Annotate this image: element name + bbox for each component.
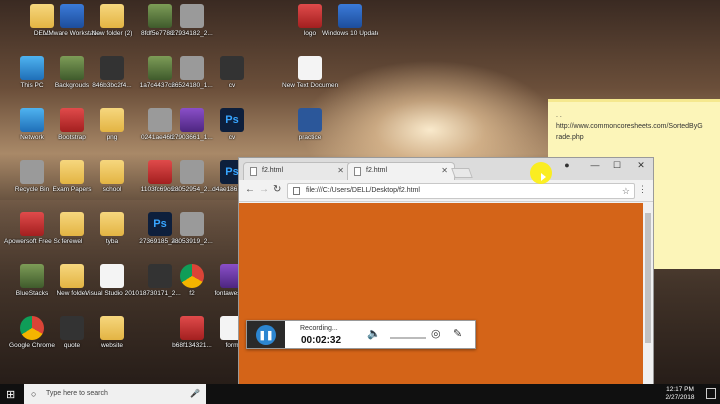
desktop-icon[interactable]: Windows 10 Update Ass... [322,4,378,37]
image-icon [298,4,322,28]
desktop-icon-label: cv [228,82,236,89]
address-bar[interactable]: file:///C:/Users/DELL/Desktop/f2.html ☆ [287,183,635,199]
screen-recorder-bar: ❚❚ Recording... 00:02:32 🔈 ◎ ✎ [246,320,476,349]
recording-timer: 00:02:32 [301,335,342,346]
word-icon [298,108,322,132]
image-icon [180,316,204,340]
desktop-icon[interactable]: cv [204,56,260,89]
folder-icon [100,4,124,28]
computer-icon [20,56,44,80]
folder-icon [100,316,124,340]
new-tab-button[interactable] [451,168,473,178]
windows-start-icon[interactable]: ⊞ [6,388,15,401]
desktop-icon[interactable]: website [84,316,140,349]
desktop-icon-label: website [100,342,124,349]
microphone-icon[interactable]: 🎤 [190,384,200,404]
page-info-icon[interactable] [293,187,300,195]
search-placeholder: Type here to search [46,390,108,397]
pen-icon[interactable]: ✎ [453,327,462,340]
image-icon [60,108,84,132]
back-arrow-icon[interactable]: ← [245,184,255,195]
image-icon [180,56,204,80]
forward-arrow-icon[interactable]: → [259,184,269,195]
sticky-note-url-continued: rade.php [556,134,584,141]
bookmark-star-icon[interactable]: ☆ [622,184,630,198]
close-window-button[interactable]: ✕ [631,160,651,171]
image-icon [100,56,124,80]
desktop-icon-label: 27934182_2... [171,30,213,37]
maximize-button[interactable]: ☐ [607,160,627,171]
photoshop-icon: Ps [220,108,244,132]
chrome-window: f2.html ✕ f2.html ✕ ● — ☐ ✕ ← → ↻ file:/… [238,157,654,404]
desktop-icon-label: cv [228,134,236,141]
chrome-icon [20,316,44,340]
folder-icon [100,108,124,132]
volume-slider[interactable] [390,337,426,339]
tab-title: f2.html [366,167,388,174]
profile-icon[interactable]: ● [557,160,577,170]
folder-icon [100,212,124,236]
document-icon [100,264,124,288]
vmware-icon [60,4,84,28]
bluestacks-icon [20,264,44,288]
folder-icon [60,264,84,288]
image-icon [180,108,204,132]
page-icon [354,167,361,176]
sticky-note-line: . . [556,112,562,119]
tab-f2-active[interactable]: f2.html ✕ [347,162,455,180]
document-icon [298,56,322,80]
address-text: file:///C:/Users/DELL/Desktop/f2.html [306,187,420,194]
desktop-icon[interactable]: Ps cv [204,108,260,141]
vertical-scrollbar[interactable] [643,203,653,403]
recycle-bin-icon [20,160,44,184]
scrollbar-thumb[interactable] [645,213,651,343]
network-icon [20,108,44,132]
tab-f2-first[interactable]: f2.html ✕ [243,162,351,180]
close-tab-icon[interactable]: ✕ [441,163,448,179]
mouse-pointer-icon [541,173,546,181]
taskbar: ⊞ ○ Type here to search 🎤 12:17 PM 2/27/… [0,384,720,404]
recorder-icon [20,212,44,236]
tab-strip: f2.html ✕ f2.html ✕ ● — ☐ ✕ [239,158,653,180]
page-content [239,203,643,403]
sticky-note-url: http://www.commoncoresheets.com/SortedBy… [556,123,703,130]
windows-icon [338,4,362,28]
desktop-icon[interactable]: practice [282,108,338,141]
clock-date: 2/27/2018 [665,394,695,401]
desktop-icon-label: New Text Document [282,82,338,89]
desktop-icon-label: practice [298,134,322,141]
image-icon [180,212,204,236]
reload-icon[interactable]: ↻ [273,184,281,195]
action-center-icon[interactable] [706,388,716,399]
system-clock[interactable]: 12:17 PM 2/27/2018 [660,386,700,402]
folder-icon [60,212,84,236]
image-icon [60,316,84,340]
browser-toolbar: ← → ↻ file:///C:/Users/DELL/Desktop/f2.h… [239,180,653,202]
recording-status: Recording... [300,325,338,332]
desktop-icon-label: 28053919_2... [171,238,213,245]
tab-title: f2.html [262,167,284,174]
chrome-icon [180,264,204,288]
image-icon [60,56,84,80]
folder-icon [100,160,124,184]
taskbar-search-box[interactable]: ○ Type here to search 🎤 [24,384,206,404]
image-icon [180,160,204,184]
webcam-icon[interactable]: ◎ [431,327,441,340]
image-icon [180,4,204,28]
desktop-icon[interactable]: New Text Document [282,56,338,89]
desktop-icon-label: Windows 10 Update Ass... [322,30,378,37]
speaker-icon[interactable]: 🔈 [367,327,381,340]
clock-time: 12:17 PM [666,386,694,393]
desktop-icon[interactable]: 27934182_2... [164,4,220,37]
close-tab-icon[interactable]: ✕ [337,163,344,179]
folder-icon [60,160,84,184]
menu-dots-icon[interactable]: ⋮ [638,184,647,195]
page-icon [250,167,257,176]
pause-button[interactable]: ❚❚ [256,325,276,345]
search-icon: ○ [31,389,37,399]
image-icon [220,56,244,80]
minimize-button[interactable]: — [585,160,605,170]
recorder-control-panel: ❚❚ [247,321,285,348]
desktop-icon[interactable]: 28053919_2... [164,212,220,245]
